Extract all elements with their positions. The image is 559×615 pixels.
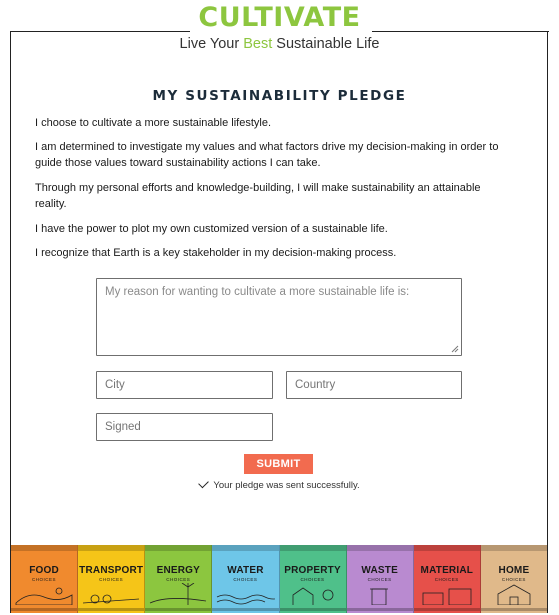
material-icon (422, 588, 472, 605)
card-energy-sub: CHOICES (166, 577, 191, 582)
property-icon (292, 587, 333, 605)
card-waste[interactable]: WASTE CHOICES (346, 545, 414, 613)
pledge-statement: Through my personal efforts and knowledg… (35, 182, 481, 210)
card-property-sub: CHOICES (300, 577, 325, 582)
success-text: Your pledge was sent successfully. (213, 480, 360, 491)
card-home-label: HOME (498, 565, 530, 576)
card-home[interactable]: HOME CHOICES (480, 545, 547, 613)
frame-divider-right (372, 31, 549, 32)
card-water-label: WATER (227, 565, 264, 576)
card-transport-label: TRANSPORT (79, 565, 144, 576)
card-waste-sub: CHOICES (367, 577, 392, 582)
card-waste-label: WASTE (361, 565, 398, 576)
pledge-statement: I choose to cultivate a more sustainable… (35, 117, 272, 129)
card-property[interactable]: PROPERTY CHOICES (279, 545, 347, 613)
card-food-sub: CHOICES (32, 577, 57, 582)
card-material-label: MATERIAL (420, 565, 474, 576)
card-water[interactable]: WATER CHOICES (212, 545, 280, 613)
transport-icon (83, 594, 140, 604)
water-icon (217, 594, 276, 605)
pledge-statement: I recognize that Earth is a key stakehol… (35, 247, 397, 259)
country-input[interactable] (286, 371, 462, 399)
checkmark-icon (198, 477, 210, 489)
submit-button[interactable]: SUBMIT (244, 454, 313, 474)
page-title: MY SUSTAINABILITY PLEDGE (152, 88, 407, 104)
frame-divider-left (10, 31, 190, 32)
reason-textarea[interactable]: My reason for wanting to cultivate a mor… (96, 278, 462, 356)
brand-name: CULTIVATE (198, 2, 361, 33)
card-water-sub: CHOICES (233, 577, 258, 582)
choices-banner: FOOD CHOICES TRANSPORT CHOICES ENERGY CH… (11, 545, 547, 613)
card-food[interactable]: FOOD CHOICES (11, 545, 79, 613)
waste-icon (369, 588, 388, 605)
card-material[interactable]: MATERIAL CHOICES (413, 545, 481, 613)
card-material-sub: CHOICES (434, 577, 459, 582)
pledge-statement: I have the power to plot my own customiz… (35, 223, 388, 235)
resize-handle-icon[interactable] (451, 345, 459, 353)
energy-icon (150, 583, 207, 605)
card-food-label: FOOD (29, 565, 59, 576)
card-transport-sub: CHOICES (99, 577, 124, 582)
reason-placeholder: My reason for wanting to cultivate a mor… (105, 286, 410, 298)
city-input[interactable] (96, 371, 273, 399)
pledge-statement: I am determined to investigate my values… (35, 141, 499, 169)
food-icon (15, 587, 73, 605)
signed-input[interactable] (96, 413, 273, 441)
success-message: Your pledge was sent successfully. (0, 477, 559, 491)
card-energy[interactable]: ENERGY CHOICES (145, 545, 213, 613)
card-energy-label: ENERGY (156, 565, 201, 576)
home-icon (497, 584, 531, 605)
card-property-label: PROPERTY (284, 565, 341, 576)
card-transport[interactable]: TRANSPORT CHOICES (78, 545, 146, 613)
card-home-sub: CHOICES (501, 577, 526, 582)
